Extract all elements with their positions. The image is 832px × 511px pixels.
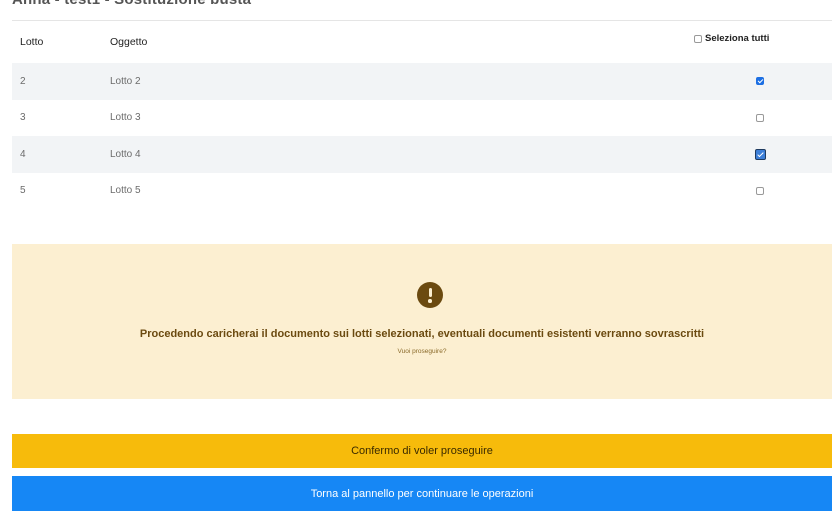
table-row: 4 Lotto 4 — [12, 136, 832, 173]
back-to-panel-button[interactable]: Torna al pannello per continuare le oper… — [12, 476, 832, 511]
cell-oggetto: Lotto 2 — [110, 75, 141, 87]
cell-lotto: 3 — [20, 112, 26, 124]
row-checkbox[interactable] — [756, 77, 764, 86]
row-checkbox[interactable] — [754, 148, 766, 160]
alert-question: Vuoi proseguire? — [397, 348, 447, 355]
exclamation-circle-icon — [417, 282, 443, 308]
column-header-oggetto: Oggetto — [110, 36, 148, 48]
table-header-row: Lotto Oggetto Seleziona tutti — [12, 21, 832, 63]
alert-message: Procedendo caricherai il documento sui l… — [139, 328, 705, 340]
warning-alert: Procedendo caricherai il documento sui l… — [12, 244, 832, 399]
select-all-label: Seleziona tutti — [705, 33, 770, 44]
page-title: Anna - test1 - Sostituzione busta — [12, 0, 251, 8]
table-row: 3 Lotto 3 — [12, 100, 832, 137]
cell-lotto: 4 — [20, 148, 26, 160]
table-row: 2 Lotto 2 — [12, 63, 832, 100]
column-header-lotto: Lotto — [20, 36, 44, 48]
confirm-button[interactable]: Confermo di voler proseguire — [12, 434, 832, 468]
select-all-checkbox[interactable]: Seleziona tutti — [694, 33, 769, 44]
cell-oggetto: Lotto 4 — [110, 148, 141, 160]
select-all-box[interactable] — [694, 34, 702, 43]
lots-table: Lotto Oggetto Seleziona tutti 2 Lotto 2 … — [12, 20, 832, 209]
row-checkbox[interactable] — [756, 186, 764, 195]
table-row: 5 Lotto 5 — [12, 173, 832, 210]
cell-lotto: 2 — [20, 75, 26, 87]
row-checkbox[interactable] — [756, 113, 764, 122]
cell-lotto: 5 — [20, 185, 26, 197]
cell-oggetto: Lotto 5 — [110, 185, 141, 197]
cell-oggetto: Lotto 3 — [110, 112, 141, 124]
